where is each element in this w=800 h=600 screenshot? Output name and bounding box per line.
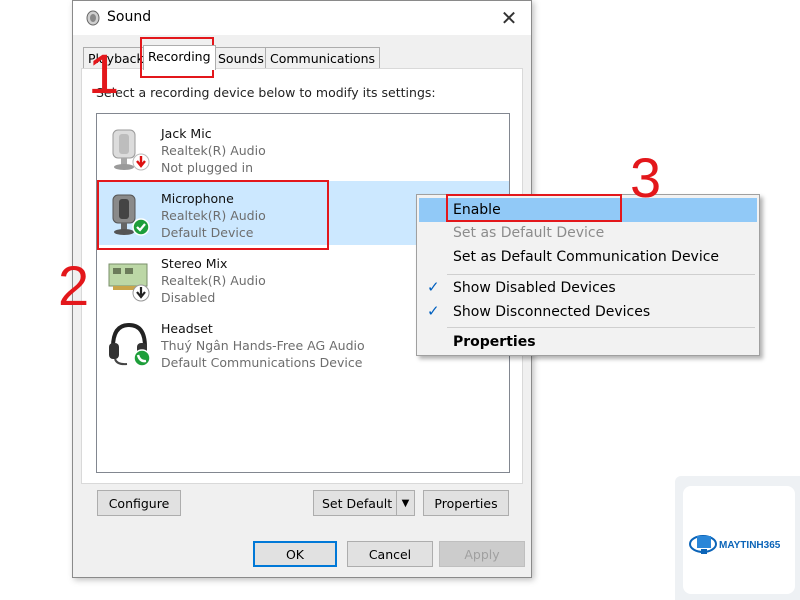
tab-communications[interactable]: Communications xyxy=(265,47,381,69)
dropdown-arrow-icon[interactable]: ▼ xyxy=(396,491,414,515)
watermark: MAYTINH365 xyxy=(675,476,800,600)
menu-item-label: Show Disabled Devices xyxy=(453,280,616,296)
window-title: Sound xyxy=(107,9,152,25)
menu-separator xyxy=(447,327,755,328)
highlight-microphone-device xyxy=(97,180,329,250)
instruction-text: Select a recording device below to modif… xyxy=(96,85,436,100)
tab-sounds[interactable]: Sounds xyxy=(213,47,269,69)
device-driver: Realtek(R) Audio xyxy=(161,273,266,288)
device-driver: Realtek(R) Audio xyxy=(161,143,266,158)
cancel-button[interactable]: Cancel xyxy=(347,541,433,567)
device-driver: Thuý Ngân Hands-Free AG Audio xyxy=(161,338,365,353)
sound-card-icon xyxy=(108,263,150,302)
unplugged-badge-icon xyxy=(132,153,150,171)
tab-recording[interactable]: Recording xyxy=(143,45,216,70)
menu-item-properties[interactable]: Properties xyxy=(419,330,757,354)
watermark-card: MAYTINH365 xyxy=(683,486,795,594)
device-name: Stereo Mix xyxy=(161,256,228,271)
watermark-brand: MAYTINH365 xyxy=(719,540,781,551)
title-bar[interactable]: Sound ✕ xyxy=(73,1,531,35)
menu-item-set-default-communication[interactable]: Set as Default Communication Device xyxy=(419,245,757,269)
device-status: Disabled xyxy=(161,290,216,305)
device-item-jack-mic[interactable]: Jack Mic Realtek(R) Audio Not plugged in xyxy=(97,116,509,180)
close-button[interactable]: ✕ xyxy=(495,5,523,31)
step-number-3: 3 xyxy=(630,146,662,209)
device-name: Headset xyxy=(161,321,213,336)
menu-item-show-disabled[interactable]: ✓ Show Disabled Devices xyxy=(419,276,757,300)
configure-button[interactable]: Configure xyxy=(97,490,181,516)
phone-badge-icon xyxy=(133,349,151,367)
speaker-icon xyxy=(86,10,100,26)
ok-button[interactable]: OK xyxy=(253,541,337,567)
close-icon: ✕ xyxy=(500,6,518,30)
disabled-badge-icon xyxy=(132,284,150,302)
device-status: Default Communications Device xyxy=(161,355,363,370)
menu-separator xyxy=(447,274,755,275)
step-number-1: 1 xyxy=(88,42,120,105)
microphone-icon xyxy=(112,129,150,171)
checkmark-icon: ✓ xyxy=(427,278,440,296)
set-default-button[interactable]: Set Default ▼ xyxy=(313,490,415,516)
device-status: Not plugged in xyxy=(161,160,254,175)
menu-item-show-disconnected[interactable]: ✓ Show Disconnected Devices xyxy=(419,300,757,324)
apply-button[interactable]: Apply xyxy=(439,541,525,567)
menu-item-label: Show Disconnected Devices xyxy=(453,304,651,320)
step-number-2: 2 xyxy=(58,254,90,317)
device-name: Jack Mic xyxy=(161,126,212,141)
monitor-logo-icon xyxy=(689,535,717,554)
headset-icon xyxy=(109,322,151,367)
menu-item-set-default-device[interactable]: Set as Default Device xyxy=(419,221,757,245)
set-default-label: Set Default xyxy=(322,495,393,511)
checkmark-icon: ✓ xyxy=(427,302,440,320)
highlight-enable-item xyxy=(446,194,622,222)
properties-button[interactable]: Properties xyxy=(423,490,509,516)
